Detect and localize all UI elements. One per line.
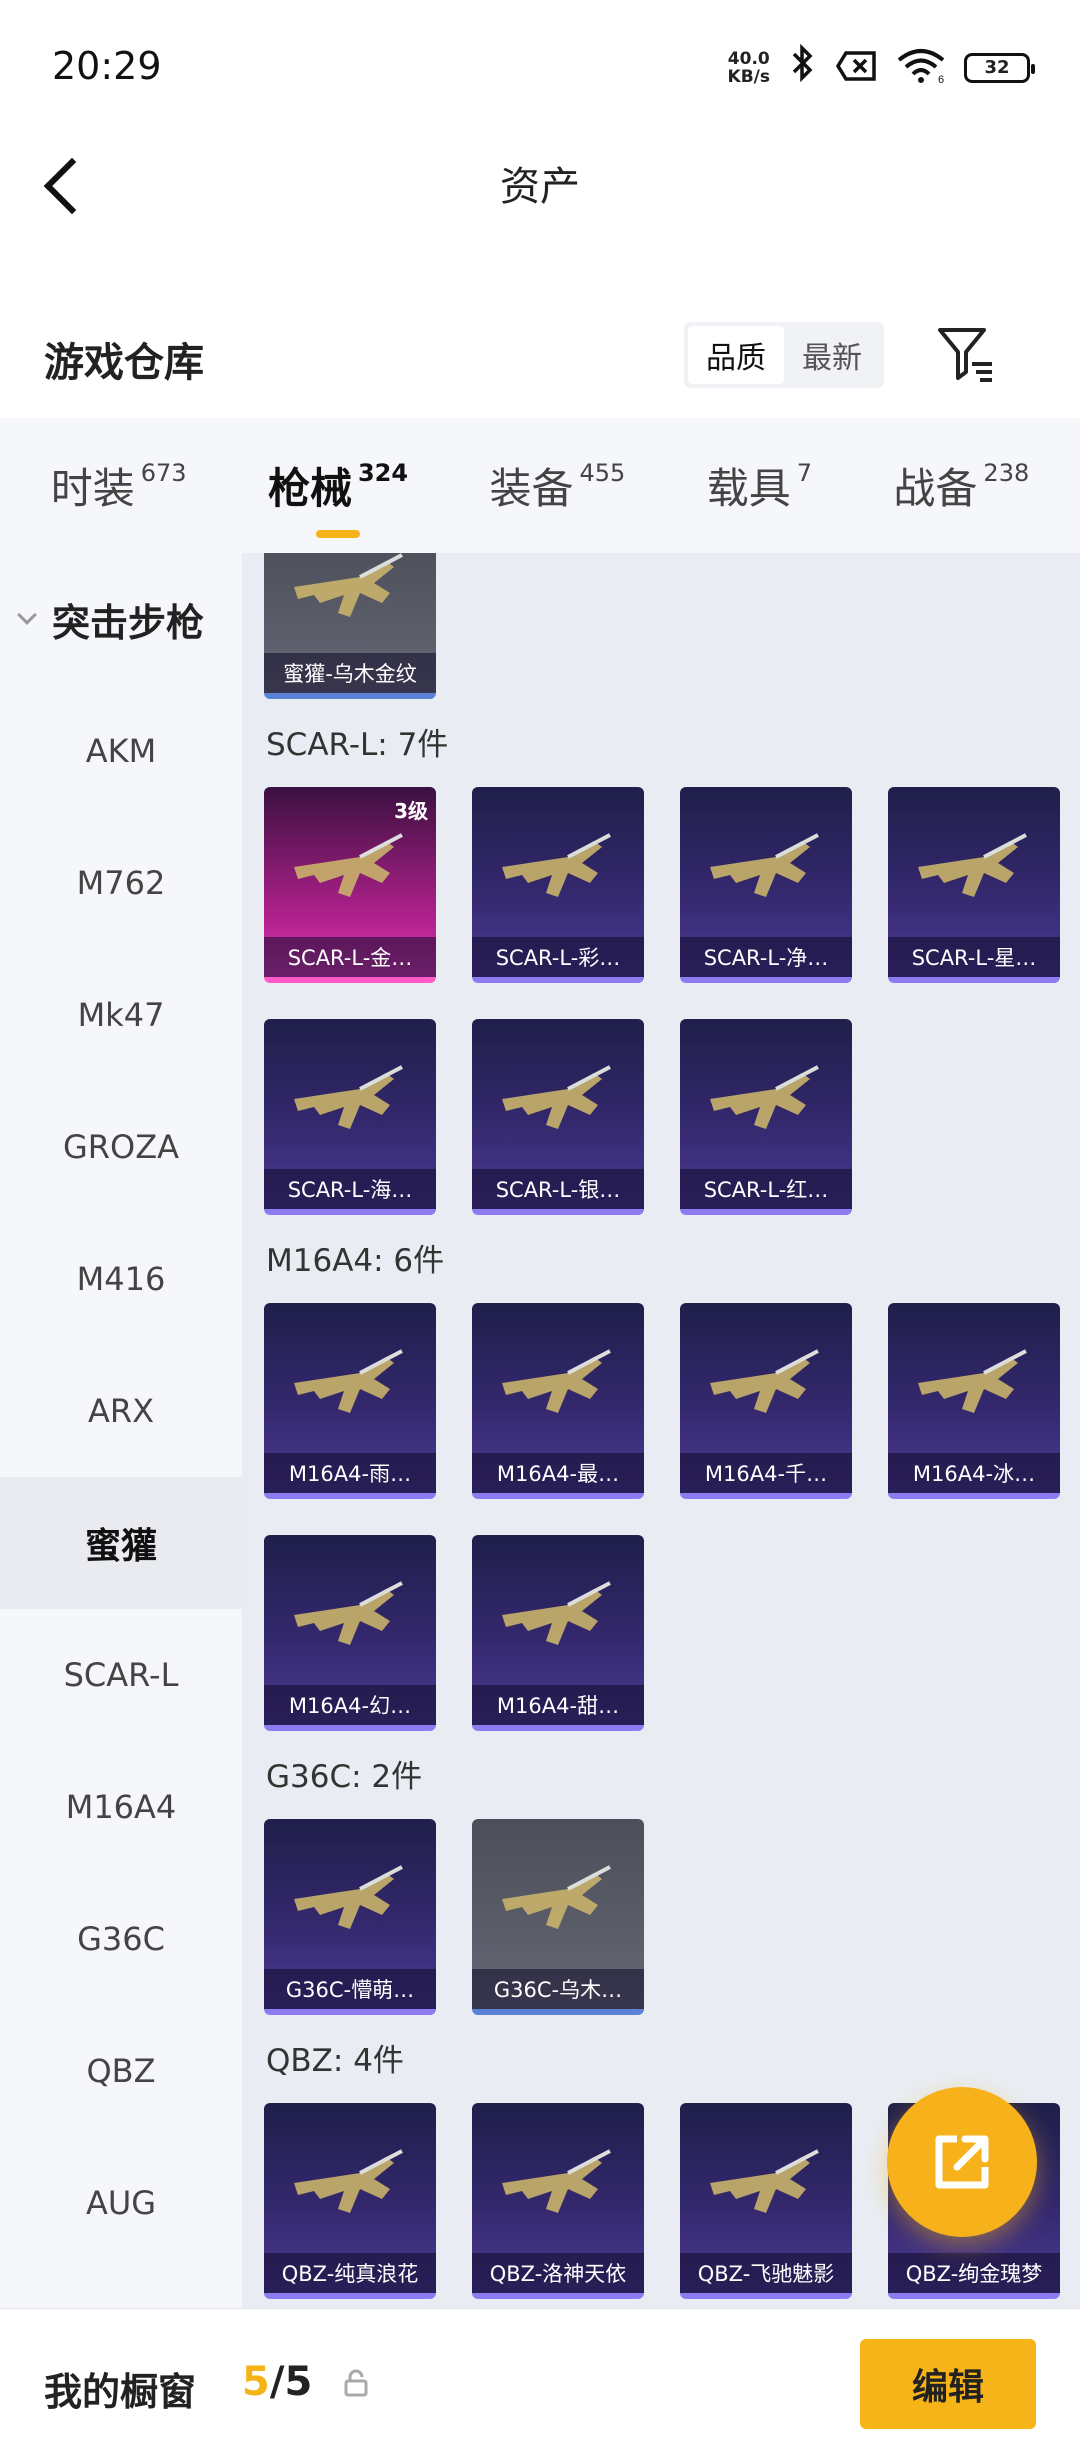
gun-icon <box>498 1575 618 1665</box>
wifi-icon: 6 <box>896 48 946 88</box>
section-title: SCAR-L: 7件 <box>266 727 449 763</box>
sidebar-item[interactable]: AUG <box>0 2137 242 2269</box>
gun-icon <box>290 553 410 637</box>
gun-icon <box>706 827 826 917</box>
skin-card[interactable]: 3级 SCAR-L-金… <box>264 787 436 983</box>
warehouse-title: 游戏仓库 <box>44 340 204 386</box>
gun-icon <box>706 1343 826 1433</box>
svg-text:6: 6 <box>938 74 944 84</box>
gun-icon <box>914 1343 1034 1433</box>
status-bar: 20:29 40.0 KB/s 6 32 <box>0 0 1080 130</box>
net-speed: 40.0 KB/s <box>727 48 770 87</box>
skin-card[interactable]: M16A4-千… <box>680 1303 852 1499</box>
section-title: M16A4: 6件 <box>266 1243 445 1279</box>
skin-card[interactable]: SCAR-L-星… <box>888 787 1060 983</box>
warehouse-row: 游戏仓库 品质 最新 <box>0 300 1080 410</box>
skin-card[interactable]: 蜜獾-乌木金纹 <box>264 553 436 699</box>
sidebar-item[interactable]: AKM <box>0 685 242 817</box>
sidebar-item[interactable]: Mk47 <box>0 949 242 1081</box>
skin-card[interactable]: G36C-懵萌… <box>264 1819 436 2015</box>
tab-equipment[interactable]: 装备 455 <box>489 455 625 516</box>
gun-icon <box>498 2143 618 2233</box>
sidebar-item[interactable]: M762 <box>0 817 242 949</box>
showcase-label: 我的橱窗 <box>44 2370 197 2414</box>
bluetooth-icon <box>788 43 818 91</box>
skin-card[interactable]: QBZ-飞驰魅影 <box>680 2103 852 2299</box>
gun-icon <box>290 2143 410 2233</box>
sidebar-group-assault-rifles[interactable]: 突击步枪 <box>0 553 242 685</box>
gun-icon <box>290 827 410 917</box>
skin-card[interactable]: M16A4-幻… <box>264 1535 436 1731</box>
page-title: 资产 <box>500 164 580 210</box>
skin-card[interactable]: SCAR-L-净… <box>680 787 852 983</box>
gun-icon <box>498 1059 618 1149</box>
skin-card[interactable]: QBZ-洛神天依 <box>472 2103 644 2299</box>
sort-toggle: 品质 最新 <box>684 322 884 388</box>
sidebar-item-selected[interactable]: 蜜獾 <box>0 1477 242 1609</box>
gun-icon <box>290 1343 410 1433</box>
weapon-sidebar: 突击步枪 AKM M762 Mk47 GROZA M416 ARX 蜜獾 SCA… <box>0 553 242 2308</box>
tab-guns[interactable]: 枪械 324 <box>268 455 408 538</box>
gun-icon <box>498 1859 618 1949</box>
gun-icon <box>914 827 1034 917</box>
filter-icon[interactable] <box>934 322 998 386</box>
gun-icon <box>290 1859 410 1949</box>
level-badge: 3级 <box>394 799 428 823</box>
sidebar-item[interactable]: QBZ <box>0 2005 242 2137</box>
skin-card[interactable]: SCAR-L-银… <box>472 1019 644 1215</box>
sidebar-item[interactable]: M16A4 <box>0 1741 242 1873</box>
battery-icon: 32 <box>964 52 1035 83</box>
tab-supplies[interactable]: 战备 238 <box>893 455 1029 516</box>
skin-card[interactable]: M16A4-甜… <box>472 1535 644 1731</box>
tab-vehicles[interactable]: 载具 7 <box>707 455 812 516</box>
skin-card[interactable]: SCAR-L-红… <box>680 1019 852 1215</box>
skin-card[interactable]: SCAR-L-彩… <box>472 787 644 983</box>
chevron-down-icon <box>17 605 37 625</box>
status-time: 20:29 <box>52 44 162 88</box>
gun-icon <box>498 1343 618 1433</box>
gun-icon <box>498 827 618 917</box>
sort-latest-button[interactable]: 最新 <box>784 326 880 384</box>
skin-card[interactable]: M16A4-冰… <box>888 1303 1060 1499</box>
gun-icon <box>290 1059 410 1149</box>
skin-card[interactable]: SCAR-L-海… <box>264 1019 436 1215</box>
sidebar-item[interactable]: SCAR-L <box>0 1609 242 1741</box>
sidebar-item[interactable]: G36C <box>0 1873 242 2005</box>
lock-icon <box>344 2369 368 2397</box>
skin-card[interactable]: G36C-乌木… <box>472 1819 644 2015</box>
edit-button[interactable]: 编辑 <box>860 2339 1036 2429</box>
section-title: QBZ: 4件 <box>266 2043 404 2079</box>
skin-card[interactable]: M16A4-最… <box>472 1303 644 1499</box>
skin-card[interactable]: QBZ-纯真浪花 <box>264 2103 436 2299</box>
status-icons: 40.0 KB/s 6 32 <box>727 43 1035 91</box>
tab-fashion[interactable]: 时装 673 <box>51 455 187 516</box>
showcase-bar: 我的橱窗 5/5 编辑 <box>0 2308 1080 2460</box>
sim-off-icon <box>835 50 878 86</box>
sidebar-item[interactable]: GROZA <box>0 1081 242 1213</box>
weapon-grid: 蜜獾-乌木金纹 SCAR-L: 7件 3级 SCAR-L-金… SCAR-L-彩… <box>242 553 1080 2308</box>
sidebar-item[interactable]: M416 <box>0 1213 242 1345</box>
sidebar-item[interactable]: ARX <box>0 1345 242 1477</box>
gun-icon <box>290 1575 410 1665</box>
category-tabs: 时装 673 枪械 324 装备 455 载具 7 战备 238 <box>0 418 1080 553</box>
skin-card[interactable]: M16A4-雨… <box>264 1303 436 1499</box>
page-header: 资产 <box>0 130 1080 240</box>
share-external-icon[interactable] <box>887 2087 1037 2237</box>
showcase-count: 5/5 <box>242 2359 313 2405</box>
gun-icon <box>706 2143 826 2233</box>
gun-icon <box>706 1059 826 1149</box>
sort-quality-button[interactable]: 品质 <box>688 326 784 384</box>
section-title: G36C: 2件 <box>266 1759 423 1795</box>
